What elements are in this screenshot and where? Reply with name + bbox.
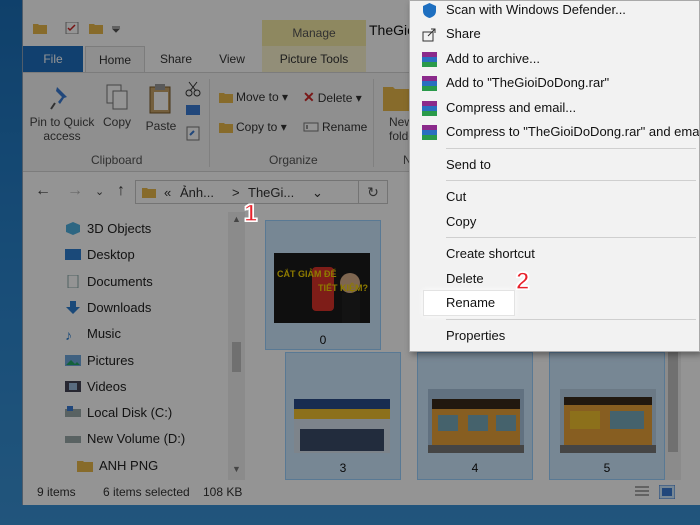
step-number-2: 2 [515,267,530,295]
winrar-icon [422,76,437,91]
menu-item-label: Rename [446,295,496,310]
step-number-1: 1 [243,199,258,227]
menu-item-copy[interactable]: Copy [410,210,699,234]
menu-item-label: Send to [446,157,491,172]
menu-item-label: Scan with Windows Defender... [446,2,626,17]
menu-item-label: Add to "TheGioiDoDong.rar" [446,75,610,90]
menu-separator [446,180,696,181]
winrar-icon [422,101,437,116]
menu-item-compress-email[interactable]: Compress and email... [410,96,699,120]
menu-item-label: Copy [446,214,477,229]
menu-item-send-to[interactable]: Send to [410,153,699,177]
menu-separator [446,148,696,149]
menu-item-label: Share [446,26,481,41]
menu-item-share[interactable]: Share [410,22,699,46]
menu-item-scan-defender[interactable]: Scan with Windows Defender... [410,0,699,22]
winrar-icon [422,52,437,67]
defender-icon [423,3,436,18]
menu-item-cut[interactable]: Cut [410,185,699,209]
menu-item-label: Properties [446,328,506,343]
menu-item-delete[interactable]: Delete [410,267,699,291]
menu-separator [446,237,696,238]
menu-item-compress-to-rar-email[interactable]: Compress to "TheGioiDoDong.rar" and ema [410,120,699,144]
menu-item-rename[interactable]: Rename [410,291,699,315]
menu-item-add-to-rar[interactable]: Add to "TheGioiDoDong.rar" [410,71,699,95]
share-icon [422,28,436,42]
menu-item-label: Cut [446,189,467,204]
menu-item-add-to-archive[interactable]: Add to archive... [410,47,699,71]
winrar-icon [422,125,437,140]
menu-separator [446,319,696,320]
menu-item-label: Delete [446,271,484,286]
menu-item-create-shortcut[interactable]: Create shortcut [410,242,699,266]
menu-item-label: Compress and email... [446,100,577,115]
context-menu: Scan with Windows Defender... Share Add … [409,0,700,352]
menu-item-label: Compress to "TheGioiDoDong.rar" and ema [446,124,699,139]
menu-item-label: Create shortcut [446,246,535,261]
menu-item-properties[interactable]: Properties [410,324,699,348]
menu-item-label: Add to archive... [446,51,540,66]
